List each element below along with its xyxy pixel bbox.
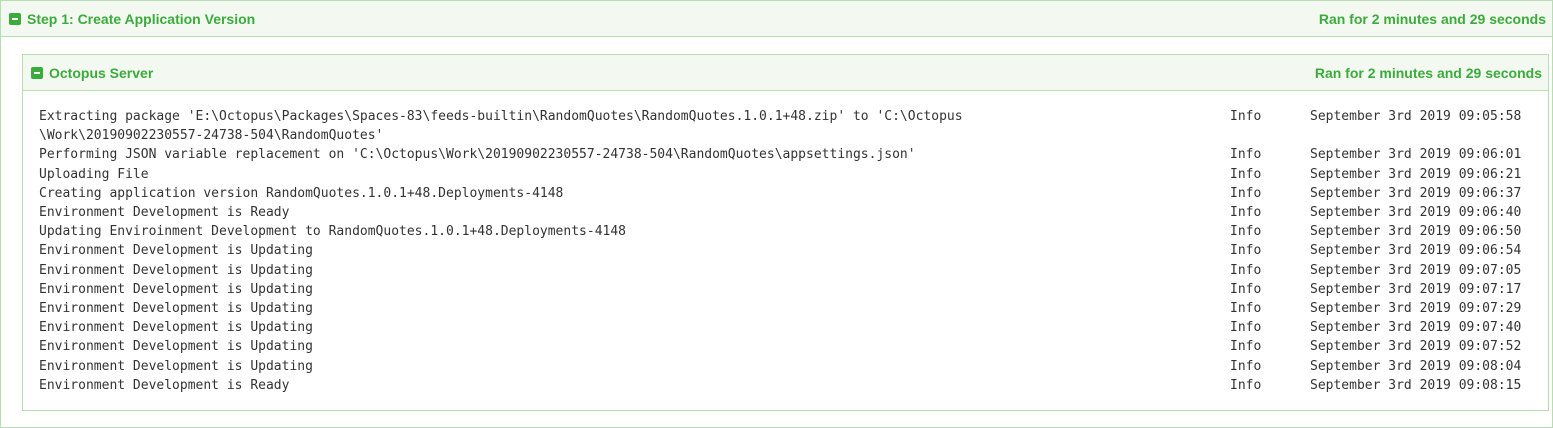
log-row: Environment Development is Updating Info S…: [39, 299, 1539, 318]
log-message: Environment Development is Updating: [39, 339, 313, 355]
log-timestamp: September 3rd 2019 09:06:54: [1310, 243, 1522, 259]
server-panel: Octopus Server Ran for 2 minutes and 29 …: [22, 54, 1549, 411]
server-duration: Ran for 2 minutes and 29 seconds: [1314, 64, 1542, 81]
log-message: Environment Development is Updating: [39, 320, 313, 336]
step-panel: Step 1: Create Application Version Ran f…: [0, 0, 1553, 428]
log-category: Info: [1230, 109, 1262, 124]
log-message: Uploading File: [39, 166, 149, 182]
log-message: Updating Enviroinment Development to Ran…: [39, 224, 626, 240]
log-row: Extracting package 'E:\Octopus\Packages\…: [39, 107, 1539, 145]
log-timestamp: September 3rd 2019 09:08:04: [1310, 358, 1522, 374]
log-timestamp: September 3rd 2019 09:06:01: [1310, 147, 1522, 163]
log-row: Environment Development is Updating Info S…: [39, 261, 1539, 280]
log-timestamp: September 3rd 2019 09:06:37: [1310, 185, 1522, 201]
log-row: Environment Development is Updating Info S…: [39, 241, 1539, 260]
log-message: Creating application version RandomQuote…: [39, 185, 564, 201]
log-category: Info: [1230, 224, 1262, 240]
log-category: Info: [1230, 185, 1262, 201]
step-header[interactable]: Step 1: Create Application Version Ran f…: [1, 1, 1552, 37]
server-header[interactable]: Octopus Server Ran for 2 minutes and 29 …: [23, 55, 1548, 91]
log-timestamp: September 3rd 2019 09:06:21: [1310, 166, 1522, 182]
log-row: Environment Development is Ready Info Sept…: [39, 203, 1539, 222]
step-header-toggle[interactable]: Step 1: Create Application Version: [9, 11, 255, 27]
log-timestamp: September 3rd 2019 09:07:52: [1310, 339, 1522, 355]
log-category: Info: [1230, 281, 1262, 297]
log-message: Environment Development is Updating: [39, 358, 313, 374]
log-table: Extracting package 'E:\Octopus\Packages\…: [39, 107, 1539, 395]
server-title: Octopus Server: [49, 64, 154, 81]
log-category: Info: [1230, 147, 1262, 163]
log-timestamp: September 3rd 2019 09:07:29: [1310, 301, 1522, 317]
log-timestamp: September 3rd 2019 09:06:40: [1310, 205, 1522, 221]
log-message: Performing JSON variable replacement on …: [39, 147, 916, 163]
log-row: Performing JSON variable replacement on …: [39, 145, 1539, 164]
log-timestamp: September 3rd 2019 09:06:50: [1310, 224, 1522, 240]
collapse-icon[interactable]: [31, 66, 43, 79]
log-category: Info: [1230, 339, 1262, 355]
step-duration: Ran for 2 minutes and 29 seconds: [1318, 10, 1546, 27]
log-message: Environment Development is Ready: [39, 205, 290, 221]
server-header-toggle[interactable]: Octopus Server: [31, 65, 153, 81]
log-row: Environment Development is Updating Info S…: [39, 318, 1539, 337]
log-timestamp: September 3rd 2019 09:07:05: [1310, 262, 1522, 278]
log-row: Environment Development is Updating Info S…: [39, 357, 1539, 376]
log-timestamp: September 3rd 2019 09:07:17: [1310, 281, 1522, 297]
log-row: Environment Development is Ready Info Sept…: [39, 376, 1539, 395]
log-category: Info: [1230, 262, 1262, 278]
log-category: Info: [1230, 301, 1262, 317]
collapse-icon[interactable]: [9, 12, 21, 25]
log-category: Info: [1230, 243, 1262, 259]
log-timestamp: September 3rd 2019 09:07:40: [1310, 320, 1522, 336]
log-message: Environment Development is Ready: [39, 377, 290, 393]
log-category: Info: [1230, 320, 1262, 336]
log-category: Info: [1230, 377, 1262, 393]
log-row: Creating application version RandomQuote…: [39, 184, 1539, 203]
log-row: Updating Enviroinment Development to Ran…: [39, 222, 1539, 241]
log-message: Environment Development is Updating: [39, 301, 313, 317]
log-message: Environment Development is Updating: [39, 243, 313, 259]
log-message: Extracting package 'E:\Octopus\Packages\…: [39, 109, 963, 144]
log-message: Environment Development is Updating: [39, 281, 313, 297]
log-timestamp: September 3rd 2019 09:05:58: [1310, 109, 1522, 124]
log-category: Info: [1230, 166, 1262, 182]
log-row: Environment Development is Updating Info S…: [39, 337, 1539, 356]
log-category: Info: [1230, 205, 1262, 221]
log-row: Environment Development is Updating Info S…: [39, 280, 1539, 299]
log-message: Environment Development is Updating: [39, 262, 313, 278]
log-category: Info: [1230, 358, 1262, 374]
log-timestamp: September 3rd 2019 09:08:15: [1310, 377, 1522, 393]
log-row: Uploading File Info September 3rd 2019 09:…: [39, 165, 1539, 184]
step-title: Step 1: Create Application Version: [27, 10, 256, 27]
